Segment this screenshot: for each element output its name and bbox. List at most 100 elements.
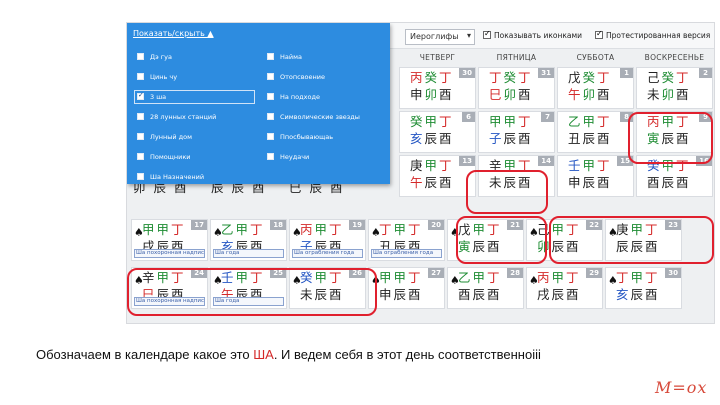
menu-option[interactable]: Дэ гуа [137,53,172,61]
heavenly-stems-row: 丁癸丁 [489,71,533,85]
calendar-day-cell[interactable]: 8 乙甲丁 丑辰酉 [557,111,634,153]
heavenly-stems-row: 戊癸丁 [568,71,612,85]
chevron-down-icon: ▾ [466,31,471,40]
display-mode-select[interactable]: Иероглифы ▾ [405,29,475,45]
menu-option-label: Неудачи [280,153,310,161]
calendar-day-cell[interactable]: 16 癸甲丁 酉辰酉 [636,155,713,197]
menu-option[interactable]: Цинь чу [137,73,177,81]
show-hide-toggle[interactable]: Показать/скрыть ▲ [133,29,214,38]
earthly-branches-row: 巳卯酉 [489,88,533,102]
pillar-glyph: 酉 [597,87,612,102]
calendar-day-cell[interactable]: 29 丙甲丁 戌辰酉 ♠ [526,267,603,309]
pillar-glyph: 甲 [472,222,488,237]
shovel-icon: ♠ [371,274,381,287]
day-number: 20 [428,220,444,230]
menu-option[interactable]: На подходе [267,93,320,101]
menu-option-label: Символические звезды [280,113,360,121]
calendar-day-cell[interactable]: 14 辛甲丁 未辰酉 [478,155,555,197]
calendar-day-cell[interactable]: 30 丙癸丁 申卯酉 [399,67,476,109]
calendar-day-cell[interactable]: 21 戊甲丁 寅辰酉 ♠ [447,219,524,261]
pillar-glyph: 丁 [518,158,533,173]
menu-option[interactable]: Найма [267,53,302,61]
pillar-glyph: 丁 [566,222,581,237]
pillar-glyph: 未 [300,287,315,302]
pillar-glyph: 癸 [661,70,677,85]
calendar-day-cell[interactable]: 27 甲甲丁 申辰酉 ♠ [368,267,445,309]
day-number: 7 [541,112,554,122]
menu-option[interactable]: Неудачи [267,153,309,161]
menu-option[interactable]: Ппосбывающаь [267,133,333,141]
heavenly-stems-row: 丙甲丁 [537,271,581,285]
heavenly-stems-row: 己甲丁 [537,223,581,237]
calendar-day-cell[interactable]: 7 甲甲丁 子辰酉 [478,111,555,153]
pillar-glyph: 己 [537,222,552,237]
menu-option[interactable]: 3 ша [134,90,255,104]
calendar-day-cell[interactable]: 20 丁甲丁 丑辰酉 ♠ Ша ограбления года [368,219,445,261]
menu-option-label: Ппосбывающаь [280,133,334,141]
calendar-day-cell[interactable]: 15 壬甲丁 申辰酉 [557,155,634,197]
calendar-day-cell[interactable]: 24 辛甲丁 巳辰酉 ♠ Ша похоронная надпись [131,267,208,309]
earthly-branches-row: 子辰酉 [489,132,533,146]
checkbox-icon [267,133,274,140]
checkbox-icon [267,93,274,100]
menu-option[interactable]: Символические звезды [267,113,360,121]
calendar-day-cell[interactable]: 13 庚甲丁 午辰酉 [399,155,476,197]
calendar-day-cell[interactable]: 19 丙甲丁 子辰酉 ♠ Ша ограбления года [289,219,366,261]
menu-option[interactable]: Отопсвоение [267,73,325,81]
calendar-day-cell[interactable]: 6 癸甲丁 亥辰酉 [399,111,476,153]
shovel-icon: ♠ [608,274,618,287]
pillar-glyph: 丁 [676,114,691,129]
shovel-icon: ♠ [134,274,144,287]
calendar-day-cell[interactable]: 23 庚甲丁 辰辰酉 ♠ [605,219,682,261]
pillar-glyph: 丁 [597,70,612,85]
earthly-branches-row: 申辰酉 [379,288,423,302]
pillar-glyph: 酉 [676,131,691,146]
calendar-day-cell[interactable]: 28 乙甲丁 酉辰酉 ♠ [447,267,524,309]
pillar-glyph: 丙 [300,222,315,237]
pillar-glyph: 酉 [439,131,454,146]
pillar-glyph: 辰 [630,239,646,254]
calendar-day-cell[interactable]: 22 己甲丁 卯辰酉 ♠ [526,219,603,261]
pillar-glyph: 辰 [472,287,488,302]
heavenly-stems-row: 丙癸丁 [410,71,454,85]
pillar-glyph: 甲 [142,222,157,237]
earthly-branches-row: 申卯酉 [410,88,454,102]
pillar-glyph: 酉 [597,175,612,190]
menu-option-label: Найма [280,53,302,61]
pillar-glyph: 辰 [472,239,488,254]
earthly-branches-row: 酉辰酉 [458,288,502,302]
checkbox-icon [267,53,274,60]
pillar-glyph: 申 [379,287,394,302]
pillar-glyph: 辰 [424,131,440,146]
calendar-day-cell[interactable]: 17 甲甲丁 戌辰酉 ♠ Ша похоронная надпись [131,219,208,261]
checkbox-icon [267,113,274,120]
calendar-day-cell[interactable]: 9 丙甲丁 寅辰酉 [636,111,713,153]
pillar-glyph: 丁 [676,70,691,85]
tested-version-checkbox[interactable]: Протестированная версия [595,29,710,40]
pillar-glyph: 午 [568,87,583,102]
menu-option[interactable]: Лунный дом [137,133,192,141]
show-hide-dropdown: Показать/скрыть ▲ Дэ гуа Цинь чу 3 ша 28 лу… [127,23,390,184]
calendar-day-cell[interactable]: 1 戊癸丁 午卯酉 [557,67,634,109]
calendar-day-cell[interactable]: 2 己癸丁 未卯酉 [636,67,713,109]
calendar-day-cell[interactable]: 25 壬甲丁 午辰酉 ♠ Ша года [210,267,287,309]
heavenly-stems-row: 乙甲丁 [568,115,612,129]
pillar-glyph: 卯 [661,87,677,102]
earthly-branches-row: 亥辰酉 [410,132,454,146]
menu-option[interactable]: 28 лунных станций [137,113,216,121]
show-icons-checkbox[interactable]: Показывать иконками [483,29,582,40]
pillar-glyph: 癸 [410,114,425,129]
menu-option[interactable]: Помощники [137,153,191,161]
calendar-day-cell[interactable]: 30 丁甲丁 亥辰酉 ♠ [605,267,682,309]
menu-option[interactable]: Ша Назначений [137,173,204,181]
pillar-glyph: 甲 [582,114,598,129]
pillar-glyph: 辛 [489,158,504,173]
menu-option-label: Лунный дом [150,133,193,141]
sha-note-label: Ша похоронная надпись [134,249,205,258]
calendar-screenshot: Иероглифы ▾ Показывать иконками Протести… [126,22,715,324]
calendar-day-cell[interactable]: 31 丁癸丁 巳卯酉 [478,67,555,109]
calendar-day-cell[interactable]: 26 癸甲丁 未辰酉 ♠ [289,267,366,309]
calendar-day-cell[interactable]: 18 乙甲丁 亥辰酉 ♠ Ша года [210,219,287,261]
pillar-glyph: 丑 [568,131,583,146]
day-header-sun: ВОСКРЕСЕНЬЕ [644,53,705,62]
